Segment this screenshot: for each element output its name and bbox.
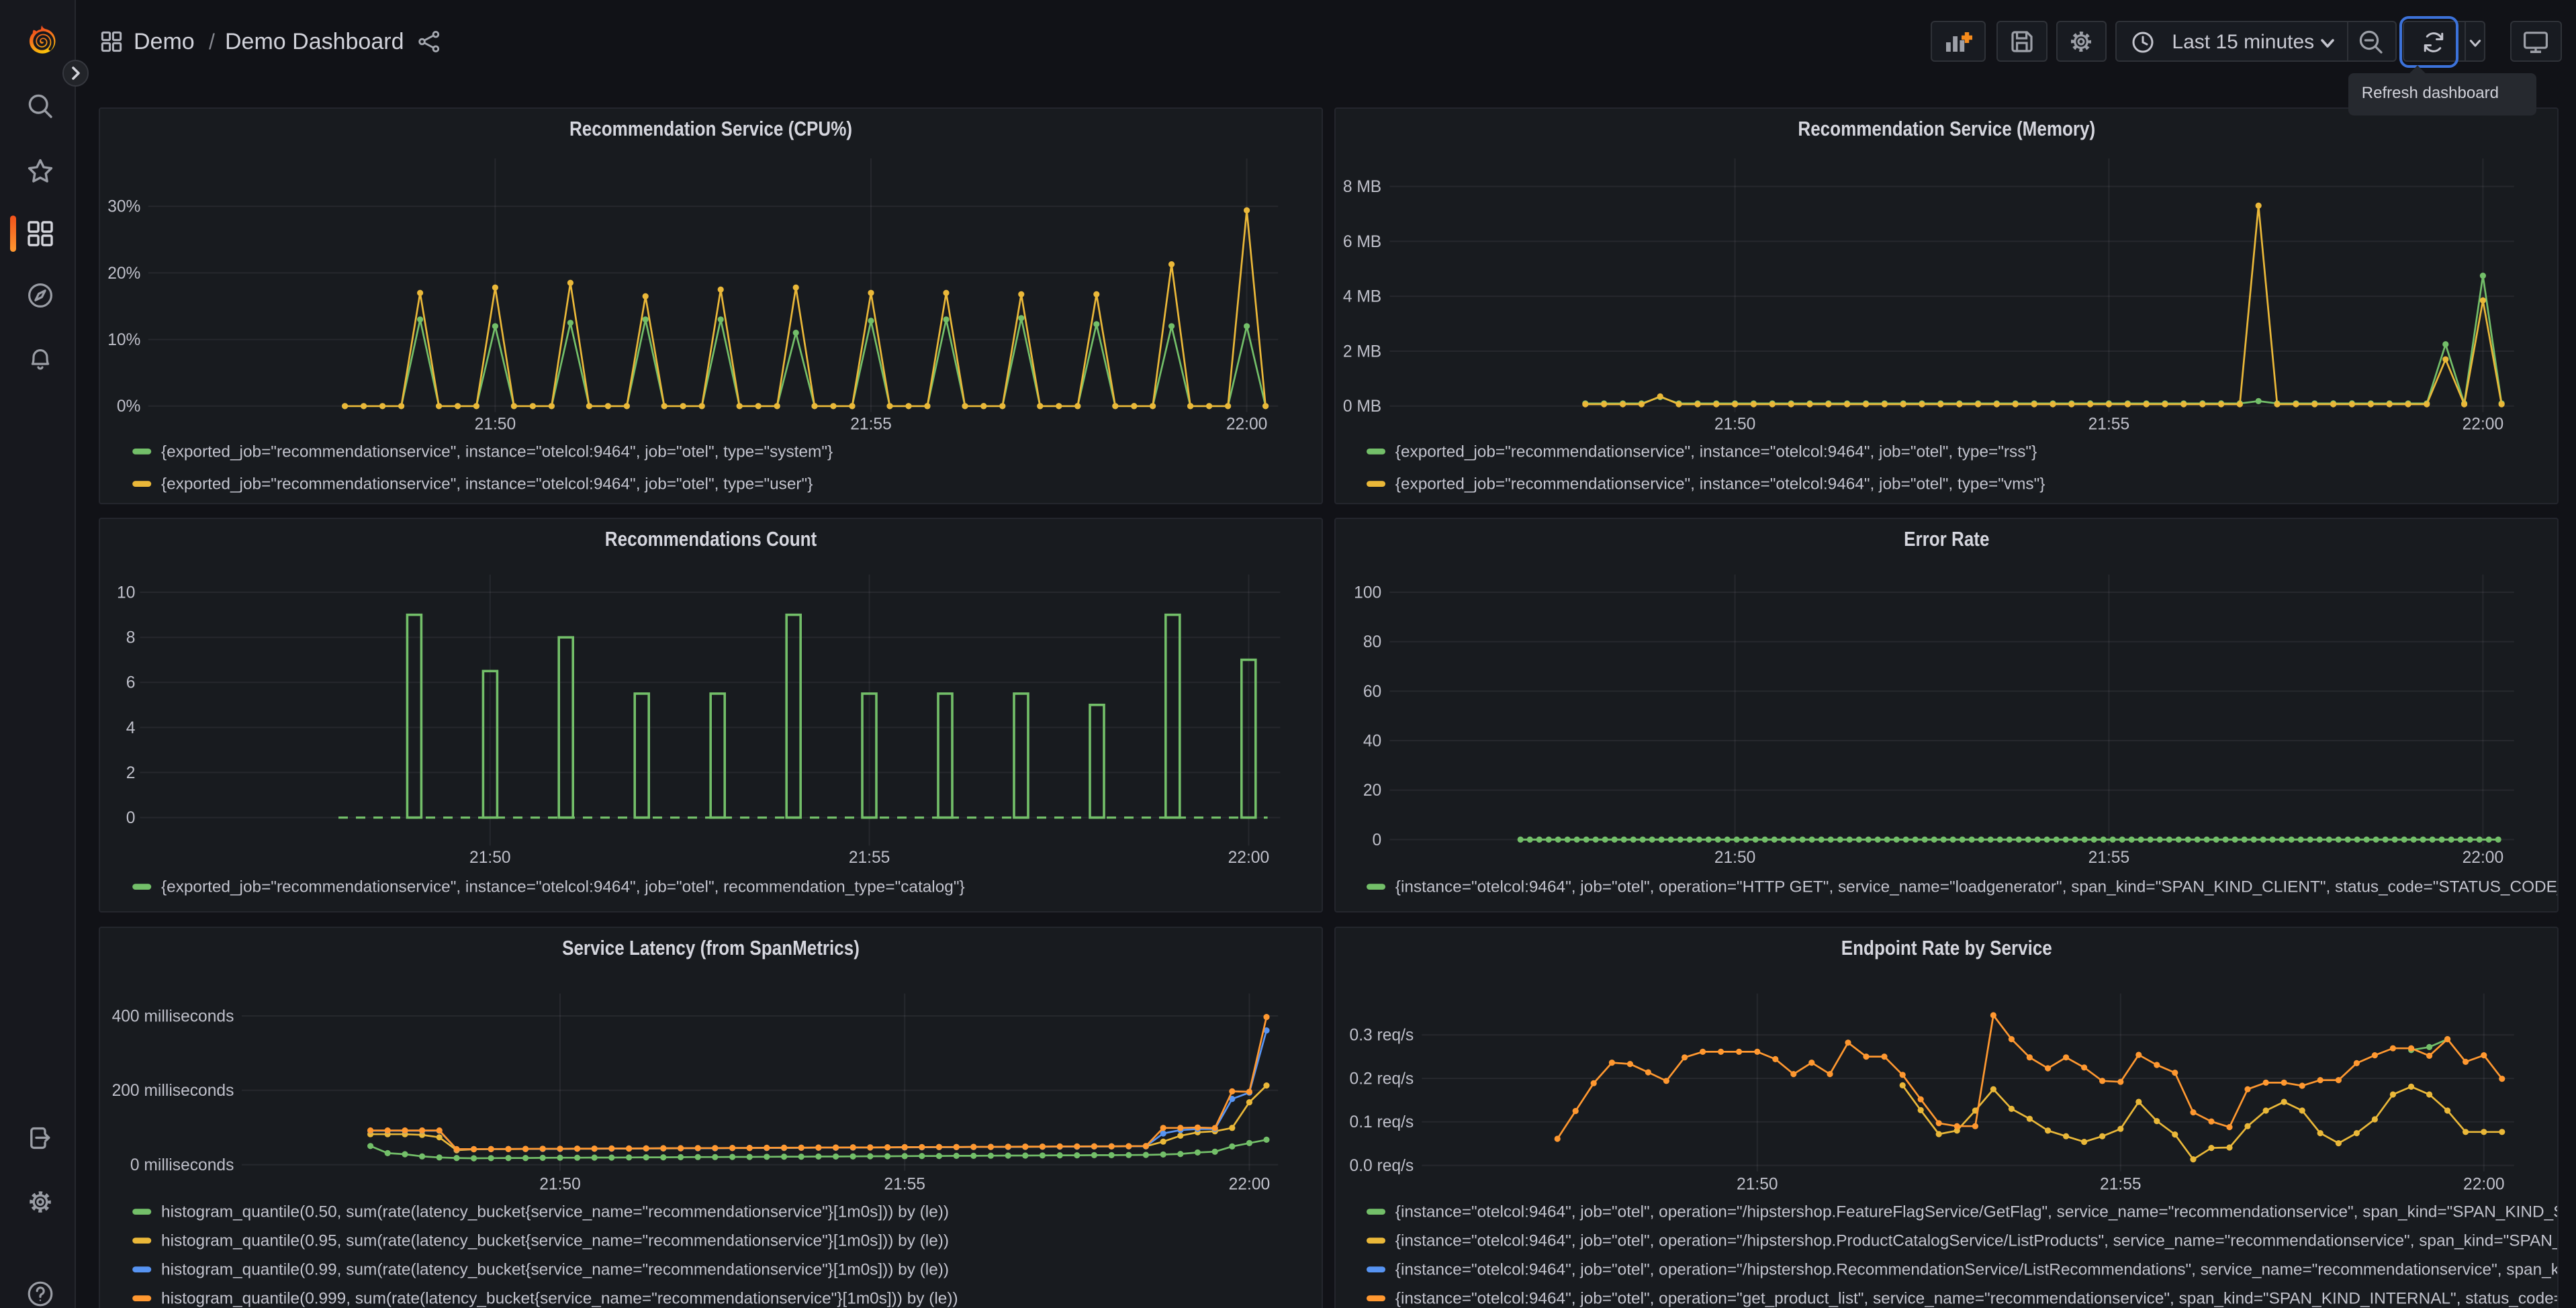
svg-text:{exported_job="recommendations: {exported_job="recommendationservice", i…: [1395, 442, 2037, 461]
svg-text:21:50: 21:50: [469, 849, 511, 868]
svg-text:22:00: 22:00: [1228, 1176, 1270, 1194]
svg-text:100: 100: [1354, 584, 1381, 602]
svg-text:21:55: 21:55: [2100, 1176, 2142, 1194]
svg-text:21:50: 21:50: [474, 416, 516, 434]
svg-text:0.1 req/s: 0.1 req/s: [1349, 1114, 1414, 1132]
svg-text:{exported_job="recommendations: {exported_job="recommendationservice", i…: [161, 475, 813, 494]
svg-text:{instance="otelcol:9464", job=: {instance="otelcol:9464", job="otel", op…: [1395, 1290, 2559, 1308]
svg-text:22:00: 22:00: [1228, 849, 1269, 868]
svg-text:histogram_quantile(0.50, sum(r: histogram_quantile(0.50, sum(rate(latenc…: [161, 1203, 949, 1221]
svg-text:histogram_quantile(0.95, sum(r: histogram_quantile(0.95, sum(rate(latenc…: [161, 1232, 949, 1250]
svg-text:8 MB: 8 MB: [1343, 178, 1381, 196]
svg-text:21:55: 21:55: [2088, 416, 2129, 434]
svg-text:20%: 20%: [107, 265, 140, 283]
svg-text:{instance="otelcol:9464", job=: {instance="otelcol:9464", job="otel", op…: [1395, 1203, 2559, 1221]
svg-text:80: 80: [1363, 633, 1381, 651]
svg-text:{instance="otelcol:9464", job=: {instance="otelcol:9464", job="otel", op…: [1395, 878, 2559, 896]
svg-text:{exported_job="recommendations: {exported_job="recommendationservice", i…: [161, 878, 965, 896]
svg-text:21:55: 21:55: [2088, 849, 2129, 868]
svg-text:histogram_quantile(0.999, sum(: histogram_quantile(0.999, sum(rate(laten…: [161, 1290, 958, 1308]
svg-text:22:00: 22:00: [2462, 849, 2503, 868]
svg-text:400 milliseconds: 400 milliseconds: [111, 1008, 234, 1026]
svg-text:200 milliseconds: 200 milliseconds: [111, 1082, 234, 1101]
svg-text:0.2 req/s: 0.2 req/s: [1349, 1070, 1414, 1088]
svg-text:{instance="otelcol:9464", job=: {instance="otelcol:9464", job="otel", op…: [1395, 1261, 2559, 1279]
svg-text:30%: 30%: [107, 198, 140, 216]
svg-text:0 MB: 0 MB: [1343, 398, 1381, 416]
svg-text:22:00: 22:00: [1226, 416, 1267, 434]
svg-text:22:00: 22:00: [2462, 416, 2503, 434]
svg-text:histogram_quantile(0.99, sum(r: histogram_quantile(0.99, sum(rate(latenc…: [161, 1261, 949, 1279]
svg-text:2 MB: 2 MB: [1343, 342, 1381, 361]
svg-text:10%: 10%: [107, 331, 140, 349]
svg-text:0.3 req/s: 0.3 req/s: [1349, 1027, 1414, 1045]
svg-text:22:00: 22:00: [2463, 1176, 2505, 1194]
svg-text:6: 6: [126, 674, 135, 692]
svg-text:40: 40: [1363, 733, 1381, 751]
svg-text:0.0 req/s: 0.0 req/s: [1349, 1157, 1414, 1175]
svg-text:4: 4: [126, 719, 135, 737]
svg-text:{exported_job="recommendations: {exported_job="recommendationservice", i…: [161, 442, 833, 461]
svg-text:21:50: 21:50: [1714, 849, 1756, 868]
svg-text:0: 0: [126, 809, 135, 827]
svg-text:8: 8: [126, 629, 135, 647]
svg-text:0: 0: [1372, 831, 1381, 849]
svg-text:0%: 0%: [116, 398, 140, 416]
svg-text:21:50: 21:50: [1714, 416, 1756, 434]
svg-text:21:55: 21:55: [850, 416, 892, 434]
svg-text:21:50: 21:50: [539, 1176, 581, 1194]
svg-text:{instance="otelcol:9464", job=: {instance="otelcol:9464", job="otel", op…: [1395, 1232, 2559, 1250]
svg-text:21:50: 21:50: [1737, 1176, 1778, 1194]
svg-text:2: 2: [126, 764, 135, 782]
svg-text:20: 20: [1363, 782, 1381, 800]
svg-text:4 MB: 4 MB: [1343, 288, 1381, 306]
svg-text:0 milliseconds: 0 milliseconds: [130, 1156, 234, 1174]
svg-text:21:55: 21:55: [884, 1176, 925, 1194]
svg-text:21:55: 21:55: [848, 849, 890, 868]
svg-text:10: 10: [117, 584, 135, 602]
svg-text:60: 60: [1363, 683, 1381, 701]
svg-text:{exported_job="recommendations: {exported_job="recommendationservice", i…: [1395, 475, 2045, 494]
svg-text:6 MB: 6 MB: [1343, 233, 1381, 251]
